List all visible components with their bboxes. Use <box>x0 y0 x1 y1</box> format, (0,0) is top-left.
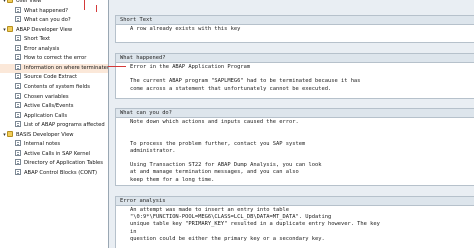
tree-item-label: Short Text <box>24 36 51 43</box>
tree-item-internal-notes[interactable]: Internal notes <box>0 140 108 149</box>
text-line: To process the problem further, contact … <box>130 140 306 147</box>
annotation-line <box>84 0 85 10</box>
section-body: An attempt was made to insert an entry i… <box>116 206 474 243</box>
document-icon <box>15 63 21 70</box>
tree-item-abap-developer-view[interactable]: ▾ ABAP Developer View <box>0 25 108 35</box>
tree-item-what-happened[interactable]: What happened? <box>0 6 108 16</box>
text-line: A row already exists with this key <box>130 26 241 32</box>
document-icon <box>15 121 21 128</box>
tree-item-user-view[interactable]: ▾ User view <box>0 0 108 6</box>
document-icon <box>15 140 21 147</box>
text-line: in <box>130 228 137 235</box>
section-body: Note down which actions and inputs cause… <box>116 118 474 184</box>
document-icon <box>15 54 21 61</box>
tree-item-label: User view <box>16 0 42 4</box>
section-error-analysis: Error analysis An attempt was made to in… <box>115 196 474 248</box>
document-icon <box>15 35 21 42</box>
text-line: Error in the ABAP Application Program <box>130 64 251 70</box>
tree-item-directory-of-application-tables[interactable]: Directory of Application Tables <box>0 159 108 168</box>
section-what-can-you-do: What can you do? Note down which actions… <box>115 108 474 186</box>
tree-item-list-of-abap-programs-affected[interactable]: List of ABAP programs affected <box>0 121 108 130</box>
document-icon <box>15 73 21 80</box>
document-icon <box>15 82 21 89</box>
text-line <box>130 155 474 162</box>
tree-item-label: Directory of Application Tables <box>24 160 103 167</box>
annotation-line <box>96 5 97 12</box>
section-header: What happened? <box>116 54 474 63</box>
document-icon <box>15 44 21 51</box>
document-icon <box>15 102 21 109</box>
section-what-happened: What happened? Error in the ABAP Applica… <box>115 53 474 99</box>
tree-item-label: Error analysis <box>24 45 60 52</box>
section-header: Error analysis <box>116 197 474 206</box>
tree-item-label: Information on where terminated <box>24 64 109 71</box>
text-line: unique table key "PRIMARY_KEY" resulted … <box>130 221 380 228</box>
text-line: come across a statement that unfortunate… <box>130 85 332 92</box>
section-header: Short Text <box>116 16 474 25</box>
text-line: at and manage termination messages, and … <box>130 169 299 176</box>
tree-item-label: How to correct the error <box>24 55 87 62</box>
folder-icon <box>7 130 13 137</box>
tree-item-short-text[interactable]: Short Text <box>0 35 108 44</box>
document-icon <box>15 16 21 23</box>
text-line: keep them for a long time. <box>130 176 215 183</box>
tree-item-label: BASIS Developer View <box>16 131 74 138</box>
tree-item-label: Chosen variables <box>24 93 69 100</box>
tree-item-label: List of ABAP programs affected <box>24 122 105 129</box>
tree-item-label: Active Calls in SAP Kernel <box>24 150 91 157</box>
section-body: A row already exists with this key <box>116 25 474 33</box>
text-line <box>130 133 474 140</box>
navigation-tree: ▾ User view What happened? What can you do?… <box>0 0 109 248</box>
tree-item-label: Application Calls <box>24 112 68 119</box>
tree-item-label: What can you do? <box>24 17 71 24</box>
tree-item-application-calls[interactable]: Application Calls <box>0 111 108 121</box>
tree-item-information-on-where-terminated[interactable]: Information on where terminated <box>0 63 109 73</box>
text-line: An attempt was made to insert an entry i… <box>130 207 290 213</box>
tree-item-chosen-variables[interactable]: Chosen variables <box>0 92 108 102</box>
tree-item-error-analysis[interactable]: Error analysis <box>0 44 108 54</box>
tree-item-label: Internal notes <box>24 141 61 148</box>
document-icon <box>15 149 21 156</box>
section-short-text: Short Text A row already exists with thi… <box>115 15 474 43</box>
tree-item-basis-developer-view[interactable]: ▾ BASIS Developer View <box>0 130 108 140</box>
tree-item-label: Active Calls/Events <box>24 103 74 110</box>
tree-item-how-to-correct-the-error[interactable]: How to correct the error <box>0 54 108 63</box>
text-line <box>130 126 474 133</box>
document-icon <box>15 159 21 166</box>
tree-item-what-can-you-do[interactable]: What can you do? <box>0 16 108 25</box>
document-icon <box>15 92 21 99</box>
tree-item-source-code-extract[interactable]: Source Code Extract <box>0 73 108 82</box>
tree-item-active-calls-in-sap-kernel[interactable]: Active Calls in SAP Kernel <box>0 149 108 159</box>
text-line: The current ABAP program "SAPLMEG6" had … <box>130 78 361 85</box>
text-line: "\0:9*\FUNCTION-POOL=MEG6\CLASS=LCL_DB\D… <box>130 214 332 221</box>
text-line: Note down which actions and inputs cause… <box>130 119 299 125</box>
annotation-line <box>108 66 126 67</box>
tree-item-label: What happened? <box>24 7 69 14</box>
dump-content-area: Short Text A row already exists with thi… <box>109 0 474 248</box>
text-line: question could be either the primary key… <box>130 235 325 242</box>
document-icon <box>15 168 21 175</box>
section-body: Error in the ABAP Application Program The… <box>116 63 474 93</box>
folder-icon <box>7 25 13 32</box>
tree-item-active-calls-events[interactable]: Active Calls/Events <box>0 102 108 111</box>
section-header: What can you do? <box>116 109 474 118</box>
tree-item-abap-control-blocks-cont[interactable]: ABAP Control Blocks (CONT) <box>0 168 108 178</box>
tree-item-label: ABAP Control Blocks (CONT) <box>24 169 98 176</box>
text-line: administrator. <box>130 147 176 154</box>
text-line: Using Transaction ST22 for ABAP Dump Ana… <box>130 162 322 169</box>
document-icon <box>15 6 21 13</box>
tree-item-contents-of-system-fields[interactable]: Contents of system fields <box>0 82 108 92</box>
tree-item-label: Contents of system fields <box>24 83 90 90</box>
document-icon <box>15 111 21 118</box>
tree-item-label: ABAP Developer View <box>16 26 73 33</box>
tree-item-label: Source Code Extract <box>24 74 77 81</box>
text-line <box>130 71 474 78</box>
folder-icon <box>7 0 13 3</box>
